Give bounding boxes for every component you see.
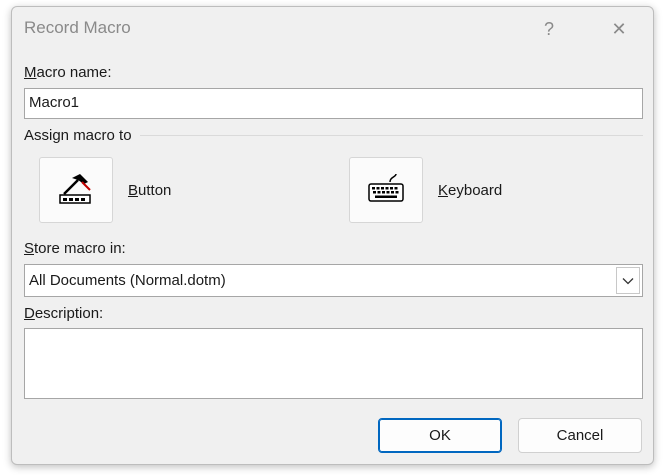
- macro-name-label: Macro name:: [24, 64, 112, 81]
- ok-button[interactable]: OK: [378, 418, 502, 453]
- store-macro-selected-value: All Documents (Normal.dotm): [29, 272, 226, 289]
- description-label: Description:: [24, 305, 104, 322]
- store-macro-select[interactable]: All Documents (Normal.dotm): [24, 264, 643, 297]
- help-button[interactable]: ?: [531, 15, 567, 43]
- chevron-down-icon: [622, 277, 634, 284]
- cancel-button[interactable]: Cancel: [518, 418, 642, 453]
- dropdown-button[interactable]: [616, 267, 640, 294]
- dialog-title: Record Macro: [24, 18, 131, 37]
- description-textarea[interactable]: [24, 328, 643, 399]
- group-divider: [140, 135, 643, 136]
- help-icon: ?: [543, 18, 554, 39]
- assign-macro-group-label: Assign macro to: [24, 127, 132, 144]
- store-macro-label: Store macro in:: [24, 240, 126, 257]
- keyboard-option-label[interactable]: Keyboard: [438, 182, 502, 199]
- assign-to-keyboard-button[interactable]: [349, 157, 423, 223]
- title-bar: Record Macro ? ✕: [12, 7, 653, 51]
- close-button[interactable]: ✕: [601, 15, 637, 43]
- record-macro-dialog: Record Macro ? ✕ Macro name: Macro1 Assi…: [11, 6, 654, 465]
- hammer-button-icon: [59, 174, 91, 204]
- button-option-label[interactable]: Button: [128, 182, 171, 199]
- close-icon: ✕: [611, 18, 627, 39]
- keyboard-icon: [368, 173, 404, 202]
- assign-to-button-button[interactable]: [39, 157, 113, 223]
- macro-name-input[interactable]: Macro1: [24, 88, 643, 119]
